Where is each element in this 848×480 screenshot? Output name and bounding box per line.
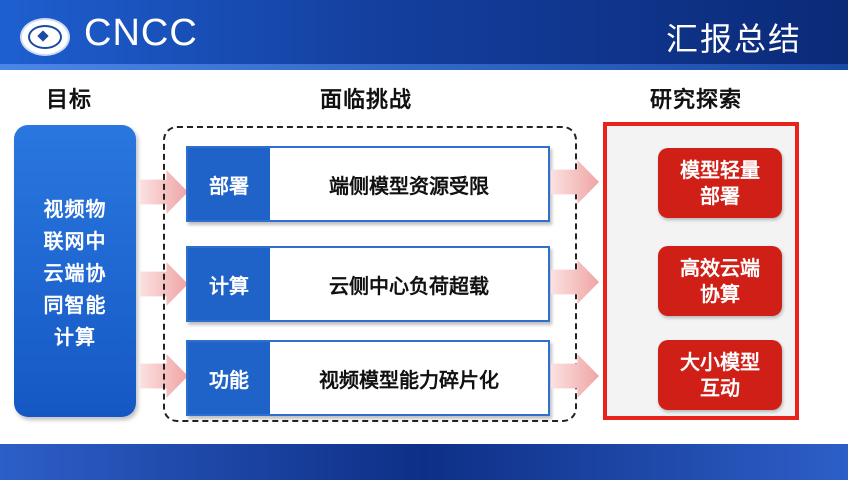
research-line: 模型轻量 — [680, 158, 760, 182]
research-heading: 研究探索 — [650, 88, 743, 113]
goal-line: 计算 — [54, 325, 96, 349]
ccf-seal-logo — [20, 18, 70, 56]
challenge-deployment: 部署 端侧模型资源受限 — [186, 146, 550, 222]
goal-heading: 目标 — [46, 88, 93, 113]
header-bar: CNCC 汇报总结 — [0, 0, 848, 70]
footer-bar — [0, 444, 848, 480]
challenge-desc: 端侧模型资源受限 — [329, 173, 489, 198]
research-line: 协算 — [700, 282, 740, 306]
challenge-tag: 部署 — [188, 148, 270, 220]
challenge-desc: 云侧中心负荷超载 — [329, 273, 489, 298]
cncc-logo-text: CNCC — [84, 12, 198, 54]
challenge-compute: 计算 云侧中心负荷超载 — [186, 246, 550, 322]
challenge-function: 功能 视频模型能力碎片化 — [186, 340, 550, 416]
goal-line: 联网中 — [43, 229, 107, 253]
research-line: 大小模型 — [680, 350, 760, 374]
challenge-tag: 功能 — [188, 342, 270, 414]
challenge-desc: 视频模型能力碎片化 — [319, 367, 499, 392]
research-line: 部署 — [700, 184, 740, 208]
challenge-tag: 计算 — [188, 248, 270, 320]
slide-title: 汇报总结 — [665, 20, 802, 58]
research-item-interaction: 大小模型 互动 — [658, 340, 782, 410]
research-line: 高效云端 — [680, 256, 760, 280]
research-item-cloud: 高效云端 协算 — [658, 246, 782, 316]
challenge-heading: 面临挑战 — [320, 88, 413, 113]
goal-text: 视频物 联网中 云端协 同智能 计算 — [14, 193, 136, 353]
goal-line: 同智能 — [43, 293, 107, 317]
research-line: 互动 — [700, 376, 740, 400]
goal-line: 视频物 — [43, 197, 107, 221]
research-item-lightweight: 模型轻量 部署 — [658, 148, 782, 218]
goal-box: 视频物 联网中 云端协 同智能 计算 — [14, 125, 136, 417]
goal-line: 云端协 — [43, 261, 107, 285]
